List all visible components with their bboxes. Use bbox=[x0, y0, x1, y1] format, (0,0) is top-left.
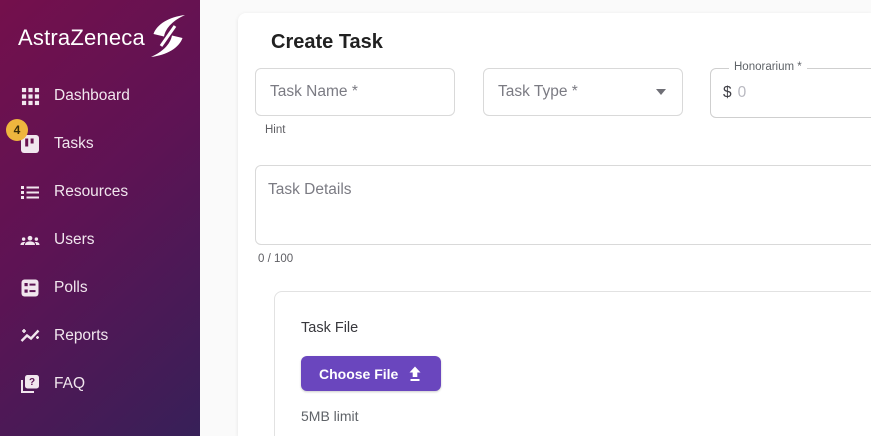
sidebar-item-label: Resources bbox=[54, 183, 128, 201]
sidebar-item-polls[interactable]: Polls bbox=[20, 275, 190, 301]
currency-prefix: $ bbox=[723, 84, 732, 102]
task-file-card: Task File Choose File 5MB limit bbox=[274, 291, 871, 436]
list-icon bbox=[20, 182, 40, 202]
app-window: AstraZeneca 4 Dashboard bbox=[0, 0, 871, 436]
task-file-title: Task File bbox=[301, 320, 358, 336]
dashboard-grid-icon bbox=[20, 86, 40, 106]
create-task-card: Create Task Task Type * Honorarium * $ H… bbox=[238, 13, 871, 436]
faq-quiz-icon: ? bbox=[20, 374, 40, 394]
upload-icon bbox=[407, 366, 423, 382]
page-title: Create Task bbox=[271, 31, 383, 54]
honorarium-field[interactable]: Honorarium * $ bbox=[710, 68, 871, 118]
task-name-input[interactable] bbox=[255, 68, 455, 116]
sidebar-item-reports[interactable]: Reports bbox=[20, 323, 190, 349]
polls-ballot-icon bbox=[20, 278, 40, 298]
sidebar-item-label: Polls bbox=[54, 279, 88, 297]
sidebar-item-users[interactable]: Users bbox=[20, 227, 190, 253]
sidebar-item-dashboard[interactable]: Dashboard bbox=[20, 83, 190, 109]
honorarium-input[interactable] bbox=[738, 84, 858, 102]
sidebar-item-resources[interactable]: Resources bbox=[20, 179, 190, 205]
sidebar-item-label: Users bbox=[54, 231, 94, 249]
sidebar-item-label: Dashboard bbox=[54, 87, 130, 105]
choose-file-button[interactable]: Choose File bbox=[301, 356, 441, 391]
choose-file-label: Choose File bbox=[319, 366, 398, 382]
character-counter: 0 / 100 bbox=[258, 253, 293, 265]
tasks-count-badge: 4 bbox=[6, 119, 28, 141]
astrazeneca-swoosh-icon bbox=[147, 14, 189, 58]
svg-text:?: ? bbox=[29, 377, 35, 388]
sidebar-item-label: Reports bbox=[54, 327, 108, 345]
task-details-textarea[interactable] bbox=[255, 165, 871, 245]
brand-name: AstraZeneca bbox=[18, 25, 145, 51]
sidebar-item-label: FAQ bbox=[54, 375, 85, 393]
sidebar-item-faq[interactable]: ? FAQ bbox=[20, 371, 190, 397]
chevron-down-icon bbox=[656, 89, 666, 95]
users-group-icon bbox=[20, 230, 40, 250]
brand-logo: AstraZeneca bbox=[18, 18, 189, 58]
task-name-hint: Hint bbox=[265, 124, 285, 136]
file-size-limit: 5MB limit bbox=[301, 408, 359, 424]
sidebar-item-tasks[interactable]: Tasks bbox=[20, 131, 190, 157]
task-type-placeholder: Task Type * bbox=[498, 83, 656, 101]
reports-insights-icon bbox=[20, 326, 40, 346]
sidebar: AstraZeneca 4 Dashboard bbox=[0, 0, 200, 436]
sidebar-item-label: Tasks bbox=[54, 135, 94, 153]
honorarium-label: Honorarium * bbox=[729, 61, 807, 73]
task-type-select[interactable]: Task Type * bbox=[483, 68, 683, 116]
